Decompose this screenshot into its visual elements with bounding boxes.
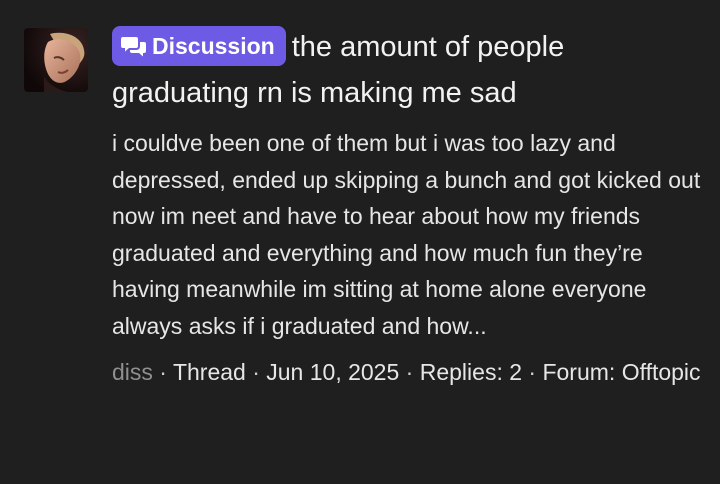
post-title[interactable]: Discussion the amount of people graduatin… [112, 24, 702, 116]
search-result-item[interactable]: Discussion the amount of people graduatin… [0, 0, 720, 484]
post-content: Discussion the amount of people graduatin… [112, 24, 702, 391]
meta-separator: · [522, 359, 543, 385]
avatar[interactable] [24, 28, 88, 92]
meta-separator: · [152, 359, 173, 385]
content-type: Thread [172, 359, 246, 385]
meta-separator: · [399, 359, 420, 385]
forum-link[interactable]: Forum: Offtopic [542, 359, 700, 385]
avatar-photo [24, 28, 88, 92]
badge-label: Discussion [152, 33, 275, 59]
post-meta: diss · Thread · Jun 10, 2025 · Replies: … [112, 354, 702, 391]
post-date: Jun 10, 2025 [266, 359, 400, 385]
post-snippet: i couldve been one of them but i was too… [112, 130, 701, 339]
speech-bubbles-icon [121, 37, 146, 57]
reply-count: Replies: 2 [419, 359, 523, 385]
author-link[interactable]: diss [112, 359, 153, 385]
discussion-badge[interactable]: Discussion [112, 26, 286, 66]
meta-separator: · [245, 359, 267, 385]
